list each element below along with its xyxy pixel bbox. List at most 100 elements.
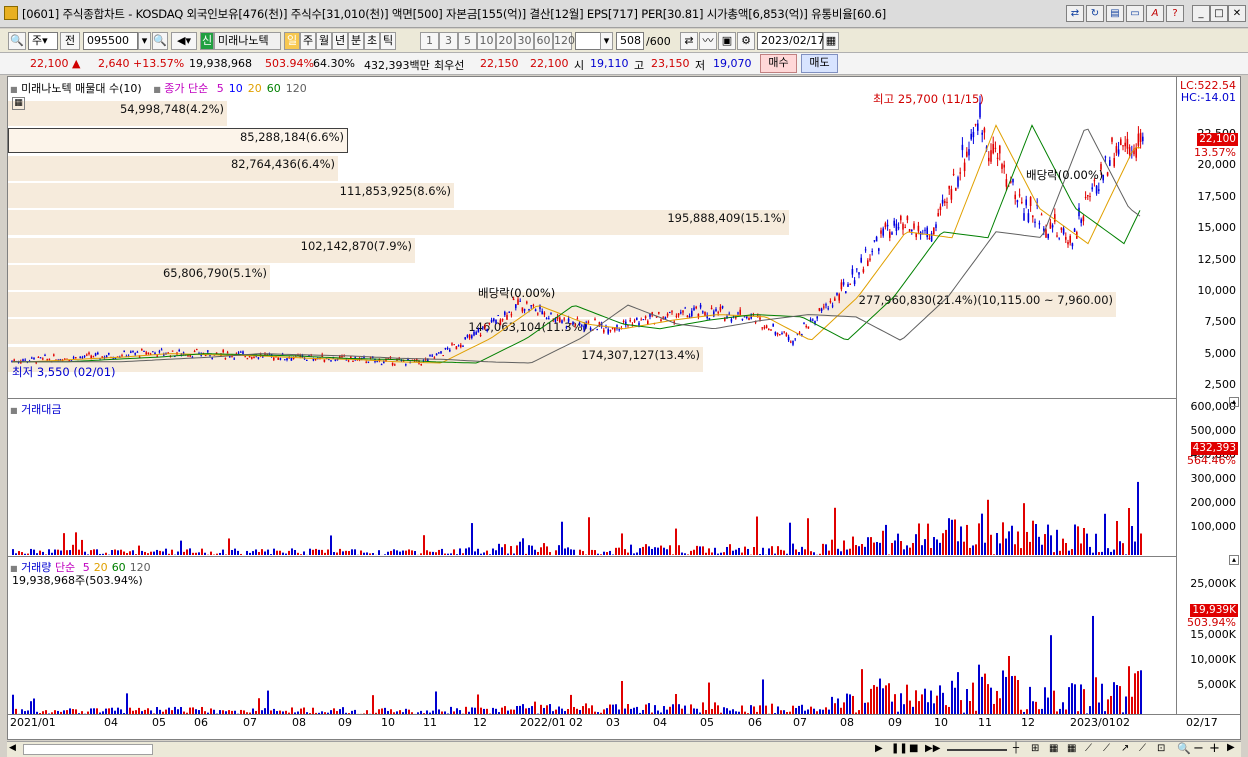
interval-5[interactable]: 5 <box>458 32 477 50</box>
indicator-icon[interactable]: 〰 <box>699 32 717 50</box>
grid-icon[interactable]: ▦ <box>12 97 25 110</box>
period-6[interactable]: 틱 <box>380 32 396 50</box>
stop-icon[interactable]: ■ <box>909 743 918 754</box>
grid-toggle-icon[interactable]: ▦ <box>1049 743 1058 754</box>
candle-body <box>928 237 931 239</box>
legend-ma-label[interactable]: 종가 단순 <box>164 82 208 95</box>
refresh-icon[interactable]: ↻ <box>1086 5 1104 22</box>
print-icon[interactable]: ▤ <box>1106 5 1124 22</box>
trend-icon[interactable]: ⟋ <box>1085 743 1092 754</box>
price-panel[interactable]: 54,998,748(4.2%) 85,288,184(6.6%) 82,764,4… <box>8 77 1180 397</box>
play-icon[interactable]: ▶ <box>875 743 883 754</box>
trade-value-panel[interactable]: ■ 거래대금 <box>8 398 1180 555</box>
zoom-out-icon[interactable]: − <box>1193 741 1204 756</box>
save-icon[interactable]: ▣ <box>718 32 736 50</box>
x-tick-label: 10 <box>381 716 395 729</box>
crosshair-icon[interactable]: ⊞ <box>1031 743 1039 754</box>
ma-10-label[interactable]: 10 <box>229 82 243 95</box>
speaker-icon[interactable]: ◀▾ <box>171 32 197 50</box>
buy-button[interactable]: 매수 <box>760 54 797 73</box>
volume-bar <box>333 552 335 555</box>
volume-bar <box>234 548 236 555</box>
code-search-icon[interactable]: 🔍 <box>8 32 26 50</box>
candle-body <box>570 323 572 325</box>
expand-icon[interactable]: ⊡ <box>1157 743 1165 754</box>
stock-name[interactable]: 미래나노텍 <box>214 32 281 50</box>
arrow-icon[interactable]: ↗ <box>1121 743 1129 754</box>
ma-60-label[interactable]: 60 <box>267 82 281 95</box>
candle-body <box>438 352 440 354</box>
scroll-left-icon[interactable]: ◀ <box>9 743 22 756</box>
zoom-in-icon[interactable]: + <box>1209 741 1220 756</box>
volume-bar <box>78 549 80 555</box>
chart-scrollbar[interactable]: ◀ ▶ ❚❚ ■ ▶▶ ┼ ⊞ ▦ ▦ ⟋ ⟋ ↗ ⟋ ⊡ 🔍 − + ▶ <box>7 741 1241 757</box>
interval-dropdown-icon[interactable]: ▾ <box>600 32 613 50</box>
period-2[interactable]: 월 <box>316 32 332 50</box>
ruler-icon[interactable]: ⟋ <box>1139 743 1146 754</box>
line-icon[interactable]: ⟋ <box>1103 743 1110 754</box>
candle-body <box>145 352 147 355</box>
chart-tool-icon[interactable]: ⇄ <box>680 32 698 50</box>
sell-button[interactable]: 매도 <box>801 54 838 73</box>
volume-bar <box>741 705 743 714</box>
help-icon[interactable]: ? <box>1166 5 1184 22</box>
minimize-icon[interactable]: _ <box>1192 5 1210 22</box>
screen-icon[interactable]: ▭ <box>1126 5 1144 22</box>
chart-type-icon[interactable]: ┼ <box>1013 743 1019 754</box>
date-input[interactable]: 2023/02/17 <box>757 32 824 50</box>
period-5[interactable]: 초 <box>364 32 380 50</box>
trade-value-label[interactable]: 거래대금 <box>21 403 61 416</box>
draw-icon[interactable]: ▦ <box>1067 743 1076 754</box>
candle-body <box>211 357 213 359</box>
zoom-icon[interactable]: 🔍 <box>1177 742 1191 755</box>
stock-code-input[interactable]: 095500 <box>83 32 138 50</box>
code-dropdown-icon[interactable]: ▾ <box>138 32 151 50</box>
volume-bar <box>1026 531 1028 555</box>
interval-60[interactable]: 60 <box>534 32 553 50</box>
x-tick-label: 05 <box>700 716 714 729</box>
volume-bar <box>669 706 671 714</box>
period-4[interactable]: 분 <box>348 32 364 50</box>
candle-body <box>900 215 902 221</box>
prev-button[interactable]: 전 <box>60 32 80 50</box>
period-3[interactable]: 년 <box>332 32 348 50</box>
interval-120[interactable]: 120 <box>553 32 575 50</box>
settings-icon[interactable]: ⚙ <box>737 32 755 50</box>
volume-bar <box>135 554 137 555</box>
volume-bar <box>969 700 971 714</box>
ma-20-label[interactable]: 20 <box>248 82 262 95</box>
period-0[interactable]: 일 <box>284 32 300 50</box>
type-select[interactable]: 주▾ <box>28 32 58 50</box>
interval-20[interactable]: 20 <box>496 32 515 50</box>
candle-body <box>1047 233 1049 239</box>
magnifier-icon[interactable]: 🔍 <box>152 32 168 50</box>
candle-body <box>345 359 348 361</box>
calendar-icon[interactable]: ▦ <box>823 32 839 50</box>
scroll-thumb[interactable] <box>23 744 153 755</box>
close-icon[interactable]: ✕ <box>1228 5 1246 22</box>
interval-1[interactable]: 1 <box>420 32 439 50</box>
ma-5-label[interactable]: 5 <box>217 82 224 95</box>
font-icon[interactable]: A <box>1146 5 1164 22</box>
count-input[interactable]: 508 <box>616 32 644 50</box>
scroll-right-icon[interactable]: ▶ <box>1227 742 1235 753</box>
legend-title[interactable]: 미래나노텍 매물대 수(10) <box>21 82 142 95</box>
ma-120-label[interactable]: 120 <box>286 82 307 95</box>
volume-bar <box>123 551 125 555</box>
fast-forward-icon[interactable]: ▶▶ <box>925 743 940 754</box>
interval-3[interactable]: 3 <box>439 32 458 50</box>
zoom-slider[interactable] <box>947 749 1007 751</box>
link-icon[interactable]: ⇄ <box>1066 5 1084 22</box>
candle-body <box>961 144 964 151</box>
period-1[interactable]: 주 <box>300 32 316 50</box>
interval-10[interactable]: 10 <box>477 32 496 50</box>
maximize-icon[interactable]: □ <box>1210 5 1228 22</box>
chart-area[interactable]: 54,998,748(4.2%) 85,288,184(6.6%) 82,764,4… <box>7 76 1241 740</box>
volume-panel[interactable]: ■ 거래량 단순 5 20 60 120 19,938,968주(503.94%) <box>8 556 1180 714</box>
pause-icon[interactable]: ❚❚ <box>891 743 908 754</box>
interval-30[interactable]: 30 <box>515 32 534 50</box>
volume-bar <box>843 702 845 714</box>
panel-up-icon[interactable]: ▴ <box>1229 397 1239 407</box>
volume-bar <box>567 547 569 555</box>
panel-up-icon[interactable]: ▴ <box>1229 555 1239 565</box>
